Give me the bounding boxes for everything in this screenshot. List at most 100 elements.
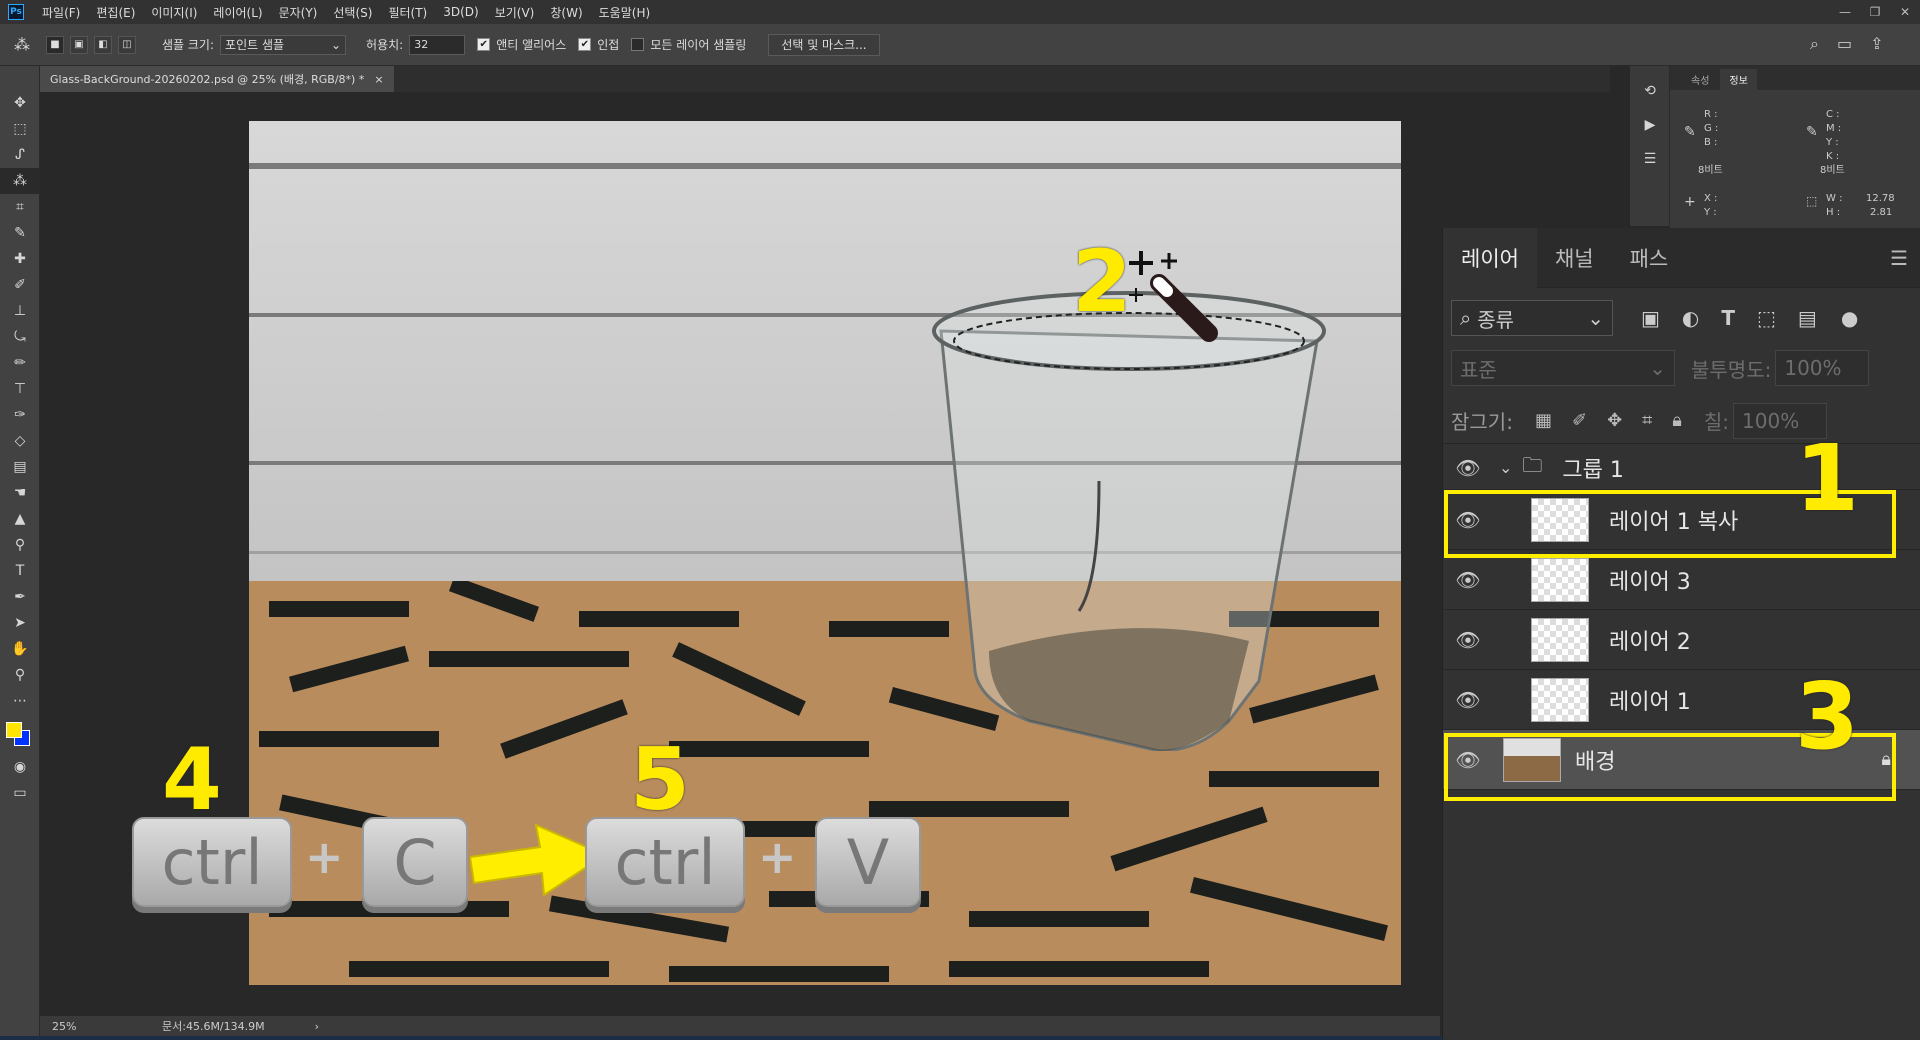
mixer-brush-icon[interactable]: ✑ [0, 402, 40, 428]
pencil-tool-icon[interactable]: ✏ [0, 350, 40, 376]
opacity-label: 불투명도: [1691, 357, 1772, 382]
menu-type[interactable]: 문자(Y) [271, 4, 326, 21]
filter-pixel-icon[interactable]: ▣ [1641, 306, 1660, 330]
properties-icon[interactable]: ☰ [1630, 146, 1670, 172]
sharpen-tool-icon[interactable]: ▲ [0, 506, 40, 532]
filter-type-icon[interactable]: T [1721, 306, 1735, 330]
menu-3d[interactable]: 3D(D) [435, 5, 486, 19]
canvas-area[interactable]: 2 4 5 ctrl + C ctrl + V [40, 92, 1440, 1016]
filter-shape-icon[interactable]: ⬚ [1757, 306, 1776, 330]
layer-row[interactable]: 👁︎ 레이어 2 [1443, 610, 1920, 670]
foreground-color-swatch[interactable] [6, 722, 22, 738]
plus-sign-2: + [758, 830, 797, 884]
crop-tool-icon[interactable]: ⌗ [0, 194, 40, 220]
history-brush-icon[interactable]: ⤿ [0, 324, 40, 350]
type-tool-icon[interactable]: T [0, 558, 40, 584]
lock-brush-icon[interactable]: ✐ [1572, 410, 1587, 431]
menu-file[interactable]: 파일(F) [34, 4, 88, 21]
layers-panel-tabs: 레이어 채널 패스 ☰ [1443, 227, 1920, 288]
xy-readout: X : Y : [1704, 193, 1718, 218]
add-selection-button[interactable]: ▣ [70, 35, 88, 54]
fill-value: 100% [1742, 408, 1800, 433]
smudge-tool-icon[interactable]: ☚ [0, 480, 40, 506]
kind-filter-select[interactable]: ⌕ 종류 ⌄ [1451, 300, 1613, 336]
clone-stamp-icon[interactable]: ⊥ [0, 298, 40, 324]
quick-mask-icon[interactable]: ◉ [0, 754, 40, 780]
zoom-level[interactable]: 25% [52, 1020, 112, 1033]
menu-filter[interactable]: 필터(T) [380, 4, 435, 21]
width-value: 12.78 [1866, 193, 1895, 204]
stamp-tool-icon[interactable]: ⊤ [0, 376, 40, 402]
tolerance-input[interactable]: 32 [409, 34, 466, 55]
visibility-eye-icon[interactable]: 👁︎ [1443, 688, 1493, 712]
menu-window[interactable]: 창(W) [542, 4, 590, 21]
menu-view[interactable]: 보기(V) [487, 4, 543, 21]
select-and-mask-button[interactable]: 선택 및 마스크... [768, 33, 880, 56]
all-layers-checkbox[interactable]: ✔ 모든 레이어 샘플링 [631, 36, 746, 53]
chevron-down-icon[interactable]: ⌄ [1499, 458, 1512, 477]
contiguous-checkbox[interactable]: ✔ 인접 [578, 36, 619, 53]
actions-play-icon[interactable]: ▶ [1630, 112, 1670, 138]
pen-tool-icon[interactable]: ✒ [0, 584, 40, 610]
close-tab-icon[interactable]: × [374, 73, 383, 86]
new-selection-button[interactable]: ■ [46, 35, 64, 54]
filter-smart-object-icon[interactable]: ▤ [1798, 306, 1817, 330]
lock-artboard-icon[interactable]: ⌗ [1642, 410, 1652, 431]
menu-select[interactable]: 선택(S) [325, 4, 380, 21]
close-button[interactable]: ✕ [1890, 0, 1920, 24]
filter-toggle-icon[interactable]: ● [1841, 306, 1858, 330]
workspace-icon[interactable]: ▭ [1837, 34, 1852, 54]
menu-layer[interactable]: 레이어(L) [205, 4, 270, 21]
eyedropper-tool-icon[interactable]: ✎ [0, 220, 40, 246]
tab-layers[interactable]: 레이어 [1443, 227, 1537, 288]
share-icon[interactable]: ⇪ [1870, 34, 1883, 54]
bit-depth-right: 8비트 [1820, 165, 1845, 176]
sample-size-select[interactable]: 포인트 샘플 ⌄ [220, 34, 347, 55]
lasso-tool-icon[interactable]: ᔑ [0, 142, 40, 168]
intersect-selection-button[interactable]: ◫ [118, 35, 136, 54]
dodge-tool-icon[interactable]: ⚲ [0, 532, 40, 558]
history-icon[interactable]: ⟲ [1630, 78, 1670, 104]
anti-alias-checkbox[interactable]: ✔ 앤티 앨리어스 [477, 36, 566, 53]
tab-properties[interactable]: 속성 [1682, 69, 1718, 90]
hand-tool-icon[interactable]: ✋ [0, 636, 40, 662]
lock-move-icon[interactable]: ✥ [1607, 410, 1622, 431]
lock-transparent-icon[interactable]: ▦ [1535, 410, 1552, 431]
tab-channels[interactable]: 채널 [1537, 228, 1612, 288]
more-tools-icon[interactable]: ⋯ [0, 688, 40, 714]
move-tool-icon[interactable]: ✥ [0, 90, 40, 116]
tab-paths[interactable]: 패스 [1612, 228, 1687, 288]
document-tab[interactable]: Glass-BackGround-20260202.psd @ 25% (배경,… [40, 66, 394, 92]
zoom-tool-icon[interactable]: ⚲ [0, 662, 40, 688]
lock-all-icon[interactable]: 🔒︎ [1672, 410, 1682, 431]
filter-adjustment-icon[interactable]: ◐ [1682, 306, 1699, 330]
brush-tool-icon[interactable]: ✐ [0, 272, 40, 298]
gradient-tool-icon[interactable]: ▤ [0, 454, 40, 480]
subtract-selection-button[interactable]: ◧ [94, 35, 112, 54]
blend-mode-select[interactable]: 표준 ⌄ [1451, 350, 1675, 386]
visibility-eye-icon[interactable]: 👁︎ [1443, 456, 1493, 480]
restore-button[interactable]: ❐ [1860, 0, 1890, 24]
magic-wand-icon[interactable]: ⁂ [14, 35, 30, 54]
eraser-tool-icon[interactable]: ◇ [0, 428, 40, 454]
magic-wand-tool-icon[interactable]: ⁂ [0, 168, 40, 194]
menu-help[interactable]: 도움말(H) [591, 4, 659, 21]
color-swatches[interactable] [0, 714, 40, 754]
menu-edit[interactable]: 편집(E) [88, 4, 143, 21]
menu-image[interactable]: 이미지(I) [143, 4, 205, 21]
screen-mode-icon[interactable]: ▭ [0, 780, 40, 806]
opacity-input[interactable]: 100% [1775, 350, 1870, 386]
marquee-tool-icon[interactable]: ⬚ [0, 116, 40, 142]
path-selection-icon[interactable]: ➤ [0, 610, 40, 636]
panel-menu-icon[interactable]: ☰ [1890, 246, 1908, 270]
layer-row[interactable]: 👁︎ 레이어 3 [1443, 550, 1920, 610]
status-arrow-icon[interactable]: › [315, 1020, 319, 1033]
visibility-eye-icon[interactable]: 👁︎ [1443, 628, 1493, 652]
minimize-button[interactable]: — [1830, 0, 1860, 24]
lock-label: 잠그기: [1451, 410, 1513, 434]
search-icon[interactable]: ⌕ [1810, 34, 1819, 54]
healing-brush-icon[interactable]: ✚ [0, 246, 40, 272]
tab-info[interactable]: 정보 [1720, 69, 1757, 90]
visibility-eye-icon[interactable]: 👁︎ [1443, 568, 1493, 592]
cmyk-readout: C : M : Y : K : [1826, 109, 1842, 162]
